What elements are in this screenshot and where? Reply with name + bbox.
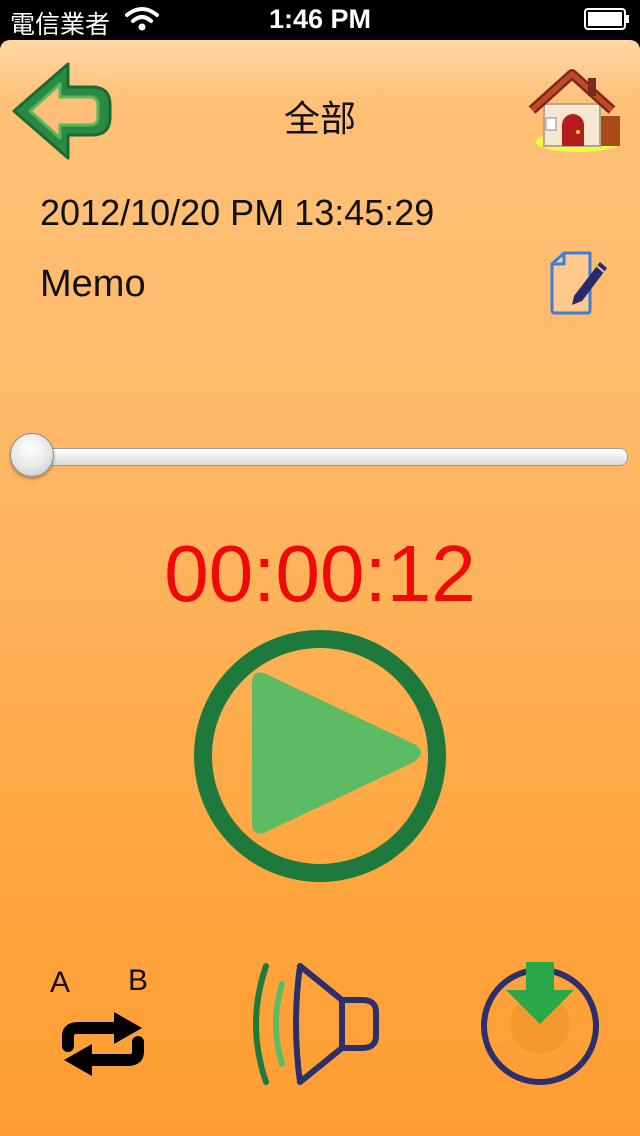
slider-thumb[interactable]: [10, 433, 54, 477]
player-screen: 全部 2012/10/20 PM 13:45:29 Memo 00:00:12 …: [0, 40, 640, 1136]
home-button[interactable]: [526, 66, 622, 156]
slider-track[interactable]: [20, 448, 628, 466]
download-icon: [481, 962, 599, 1085]
repeat-label-b: B: [128, 964, 149, 997]
play-icon: [252, 672, 421, 834]
ab-repeat-button[interactable]: A B: [48, 964, 158, 1084]
page-title: 全部: [283, 99, 356, 140]
edit-memo-button[interactable]: [546, 250, 610, 316]
repeat-icon: [62, 1012, 144, 1076]
play-button[interactable]: [190, 626, 450, 886]
elapsed-time: 00:00:12: [164, 529, 476, 618]
record-memo: Memo: [40, 263, 146, 305]
record-datetime: 2012/10/20 PM 13:45:29: [40, 192, 435, 233]
arrow-left-icon: [12, 62, 112, 160]
document-pencil-icon: [550, 251, 607, 315]
house-icon: [528, 69, 620, 152]
back-button[interactable]: [10, 60, 114, 162]
playback-progress-slider[interactable]: [10, 432, 630, 478]
save-button[interactable]: [476, 958, 604, 1086]
speaker-button[interactable]: [252, 958, 386, 1088]
speaker-icon: [253, 963, 379, 1085]
status-bar: 電信業者 1:46 PM: [0, 0, 640, 40]
status-time: 1:46 PM: [268, 4, 372, 34]
battery-icon: [584, 8, 629, 30]
